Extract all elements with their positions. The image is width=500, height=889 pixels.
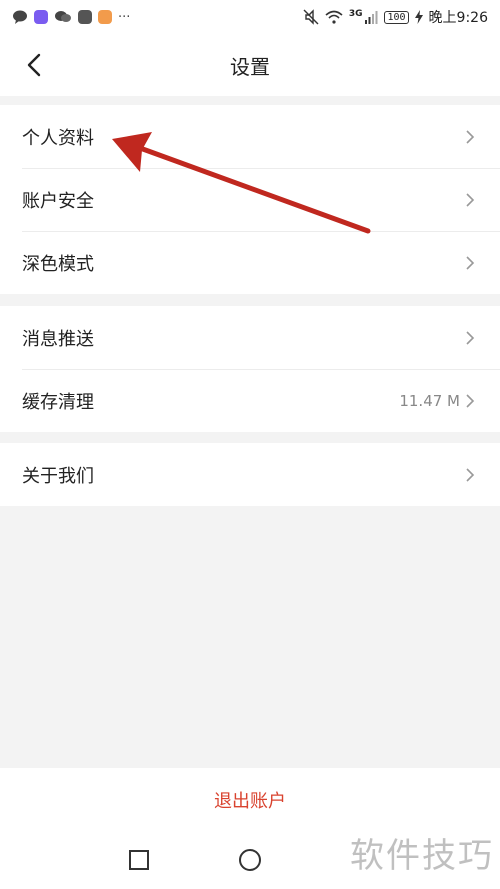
- signal-icon: [365, 11, 378, 24]
- settings-group-about: 关于我们: [0, 443, 500, 506]
- chevron-right-icon: [466, 330, 475, 345]
- status-bar: ··· 3G 100 晚上9:26: [0, 0, 500, 34]
- wifi-icon: [325, 10, 343, 24]
- chevron-right-icon: [466, 393, 475, 408]
- row-label: 消息推送: [22, 328, 94, 350]
- row-label: 深色模式: [22, 253, 94, 275]
- settings-group-system: 消息推送 缓存清理 11.47 M: [0, 306, 500, 432]
- mail-app-icon: [78, 10, 92, 24]
- row-label: 账户安全: [22, 190, 94, 212]
- more-notifications-icon: ···: [118, 9, 131, 25]
- chevron-right-icon: [466, 255, 475, 270]
- message-bubble-icon: [13, 10, 27, 24]
- back-arrow-icon: [27, 53, 41, 77]
- watermark: 软件技巧: [350, 836, 494, 876]
- row-push-notifications[interactable]: 消息推送: [0, 306, 500, 369]
- row-about-us[interactable]: 关于我们: [0, 443, 500, 506]
- cache-size-value: 11.47 M: [399, 391, 460, 410]
- page-title: 设置: [230, 54, 270, 79]
- row-personal-info[interactable]: 个人资料: [0, 105, 500, 168]
- charging-icon: [414, 10, 423, 24]
- row-clear-cache[interactable]: 缓存清理 11.47 M: [0, 369, 500, 432]
- chevron-right-icon: [466, 467, 475, 482]
- row-right: 11.47 M: [399, 392, 476, 410]
- wechat-icon: [55, 11, 71, 22]
- system-status: 3G 100 晚上9:26: [303, 7, 488, 27]
- row-label: 个人资料: [22, 127, 94, 149]
- chevron-right-icon: [466, 129, 475, 144]
- battery-indicator: 100: [384, 10, 409, 24]
- home-icon[interactable]: [238, 848, 262, 872]
- back-button[interactable]: [16, 46, 52, 84]
- logout-button[interactable]: 退出账户: [214, 787, 286, 813]
- row-label: 关于我们: [22, 465, 94, 487]
- app-notification-icon: [34, 10, 48, 24]
- mute-icon: [303, 9, 319, 25]
- status-time: 晚上9:26: [428, 10, 488, 26]
- row-label: 缓存清理: [22, 391, 94, 413]
- row-dark-mode[interactable]: 深色模式: [0, 231, 500, 294]
- recent-apps-icon[interactable]: [128, 849, 150, 871]
- row-account-security[interactable]: 账户安全: [0, 168, 500, 231]
- network-type-label: 3G: [348, 9, 363, 19]
- header: 设置: [0, 34, 500, 96]
- gallery-app-icon: [98, 10, 112, 24]
- notification-icons: ···: [12, 10, 130, 25]
- settings-group-account: 个人资料 账户安全 深色模式: [0, 105, 500, 294]
- chevron-right-icon: [466, 192, 475, 207]
- logout-area: 退出账户: [0, 768, 500, 832]
